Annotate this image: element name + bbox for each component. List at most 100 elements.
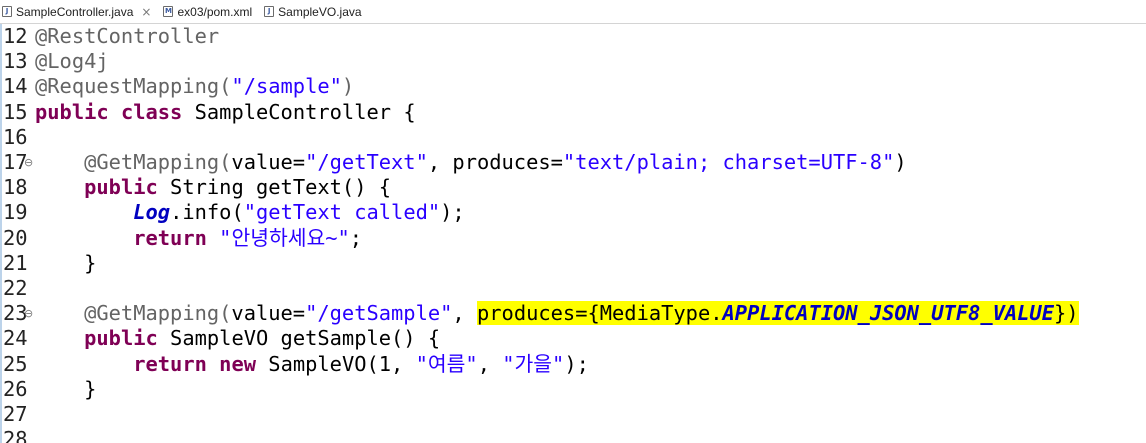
code-token: @GetMapping( [35,150,232,174]
line-source: Log.info("getText called"); [35,200,465,225]
code-token: @GetMapping( [35,301,232,326]
code-token: "getText called" [243,200,441,225]
code-line[interactable]: 26 } [0,377,1146,402]
line-number: 13 [3,49,28,74]
line-number: 16 [3,124,28,149]
code-line[interactable]: 18 public String getText() { [0,175,1146,200]
line-number: 15 [3,99,28,124]
line-number: 21 [3,250,28,275]
editor-tab-bar: J SampleController.java × M ex03/pom.xml… [0,0,1146,24]
code-token: return [133,351,207,376]
code-token: "가을" [502,351,565,376]
code-token: return [133,225,207,250]
code-token: } [35,376,97,401]
java-file-icon: J [264,6,275,17]
code-token: Log [133,200,171,225]
code-token: value= [231,301,306,326]
code-token: , produces= [427,150,563,174]
code-token: "text/plain; charset=UTF-8" [562,150,895,174]
tab-label: ex03/pom.xml [177,4,253,19]
code-line[interactable]: 17 ⊖ @GetMapping(value="/getText", produc… [0,150,1146,175]
code-token: class [120,99,183,124]
code-editor: J SampleController.java × M ex03/pom.xml… [0,0,1146,443]
line-source: public String getText() { [35,175,391,200]
code-line[interactable]: 27 [0,402,1146,427]
code-token: "/sample" [231,74,342,99]
code-line[interactable]: 13 @Log4j [0,49,1146,74]
line-number: 12 [3,24,28,48]
code-token: "/getSample" [305,301,453,326]
line-source: } [35,377,96,402]
code-token: , [477,351,503,376]
tab-samplevo[interactable]: J SampleVO.java [262,0,371,23]
line-source: @GetMapping(value="/getSample", produces… [35,301,1079,326]
code-line[interactable]: 23 ⊖ @GetMapping(value="/getSample", prod… [0,301,1146,326]
code-area[interactable]: 12 @RestController 13 @Log4j 14 @RequestMappi… [0,24,1146,443]
xml-file-icon: M [163,6,174,17]
code-token: .info( [170,200,244,225]
line-number: 28 [3,427,28,443]
code-line[interactable]: 14 @RequestMapping("/sample") [0,74,1146,99]
line-source: public class SampleController { [35,100,416,125]
code-token: String getText() { [157,175,392,200]
line-number: 25 [3,351,28,376]
tab-pom-xml[interactable]: M ex03/pom.xml [161,0,262,23]
code-line[interactable]: 21 } [0,251,1146,276]
code-line[interactable]: 16 [0,125,1146,150]
code-token: APPLICATION_JSON_UTF8_VALUE [722,301,1054,326]
code-token: new [219,351,257,376]
code-token: public [84,175,158,200]
tab-samplecontroller[interactable]: J SampleController.java × [0,0,162,23]
code-token: ); [440,200,465,225]
code-token: } [35,250,97,275]
code-line[interactable]: 25 return new SampleVO(1, "여름", "가을"); [0,352,1146,377]
code-token: SampleController { [182,99,416,124]
code-token: @RestController [35,24,220,48]
code-token: ) [894,150,907,174]
tab-label: SampleController.java [16,4,134,19]
code-token: SampleVO(1, [256,351,416,376]
line-source: @GetMapping(value="/getText", produces="… [35,150,907,175]
line-source: @RestController [35,24,219,49]
line-source: return new SampleVO(1, "여름", "가을"); [35,352,589,377]
code-token: , [452,301,477,326]
code-line[interactable]: 24 public SampleVO getSample() { [0,326,1146,351]
code-line[interactable]: 28 [0,427,1146,443]
fold-toggle-icon[interactable]: ⊖ [24,150,33,175]
close-icon[interactable]: × [141,5,151,19]
line-number: 22 [3,276,28,300]
code-token: produces={MediaType. [476,301,723,326]
code-token: "안녕하세요~" [219,225,350,250]
line-source: @Log4j [35,49,109,74]
code-token: @Log4j [35,49,109,74]
code-line[interactable]: 15 public class SampleController { [0,100,1146,125]
code-token: @RequestMapping( [35,74,232,99]
code-token: "여름" [415,351,478,376]
code-line[interactable]: 22 [0,276,1146,301]
code-token: }) [1053,301,1079,326]
code-line[interactable]: 12 @RestController [0,24,1146,49]
line-number: 24 [3,326,28,351]
line-number: 18 [3,175,28,200]
code-token: public [84,326,158,351]
fold-toggle-icon[interactable]: ⊖ [24,301,33,326]
tab-label: SampleVO.java [278,4,362,19]
code-token: "/getText" [305,150,428,174]
line-number: 26 [3,376,28,401]
line-source: } [35,251,96,276]
line-source: @RequestMapping("/sample") [35,74,354,99]
code-line[interactable]: 19 Log.info("getText called"); [0,200,1146,225]
code-token: SampleVO getSample() { [157,326,441,351]
java-file-icon: J [2,6,12,17]
line-number: 19 [3,200,28,225]
code-token: ) [341,74,355,99]
line-source: public SampleVO getSample() { [35,326,440,351]
code-line[interactable]: 20 return "안녕하세요~"; [0,226,1146,251]
